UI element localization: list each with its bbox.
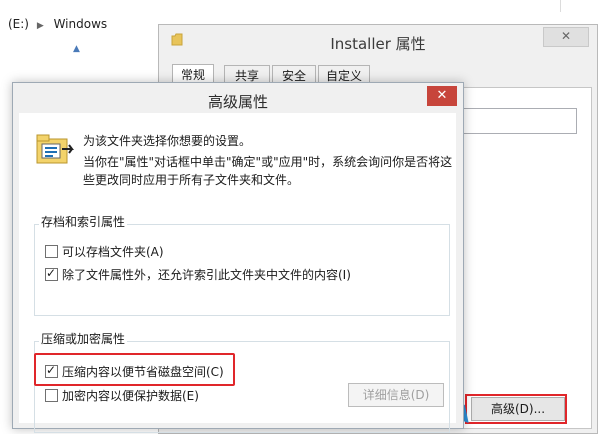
intro-text-line3: 些更改同时应用于所有子文件夹和文件。 xyxy=(83,173,300,187)
properties-titlebar: Installer 属性 ✕ xyxy=(159,25,597,61)
index-checkbox[interactable] xyxy=(45,266,58,281)
breadcrumb-drive[interactable]: (E:) xyxy=(8,17,29,31)
breadcrumb-folder[interactable]: Windows xyxy=(54,17,108,31)
advanced-titlebar: 高级属性 ✕ xyxy=(13,83,463,113)
intro-text-line2: 当你在"属性"对话框中单击"确定"或"应用"时，系统会询问你是否将这 xyxy=(83,155,453,169)
sort-caret-icon[interactable]: ▲ xyxy=(73,44,80,54)
properties-title: Installer 属性 xyxy=(330,35,426,53)
archive-checkbox-row[interactable]: 可以存档文件夹(A) xyxy=(45,243,164,261)
properties-close-button[interactable]: ✕ xyxy=(543,27,589,47)
archive-checkbox-label: 可以存档文件夹(A) xyxy=(62,245,164,259)
breadcrumb[interactable]: (E:) ▶ Windows xyxy=(8,17,107,31)
folder-name-field[interactable] xyxy=(449,108,577,134)
archive-checkbox[interactable] xyxy=(45,245,58,258)
chevron-right-icon: ▶ xyxy=(36,21,44,31)
encrypt-checkbox-label: 加密内容以便保护数据(E) xyxy=(62,389,199,403)
compress-option-highlight xyxy=(34,353,235,386)
encrypt-checkbox-row[interactable]: 加密内容以便保护数据(E) xyxy=(45,387,199,405)
archive-group-label: 存档和索引属性 xyxy=(39,213,128,230)
details-button[interactable]: 详细信息(D) xyxy=(348,383,444,407)
encrypt-checkbox[interactable] xyxy=(45,389,58,402)
compress-group-label: 压缩或加密属性 xyxy=(39,330,128,347)
scrollbar-edge xyxy=(560,0,615,12)
index-checkbox-row[interactable]: 除了文件属性外，还允许索引此文件夹中文件的内容(I) xyxy=(45,266,351,284)
intro-text-line1: 为该文件夹选择你想要的设置。 xyxy=(83,134,252,148)
advanced-title: 高级属性 xyxy=(207,93,268,111)
index-checkbox-label: 除了文件属性外，还允许索引此文件夹中文件的内容(I) xyxy=(62,268,351,282)
advanced-close-button[interactable]: ✕ xyxy=(427,86,457,106)
folder-settings-icon xyxy=(36,134,74,164)
